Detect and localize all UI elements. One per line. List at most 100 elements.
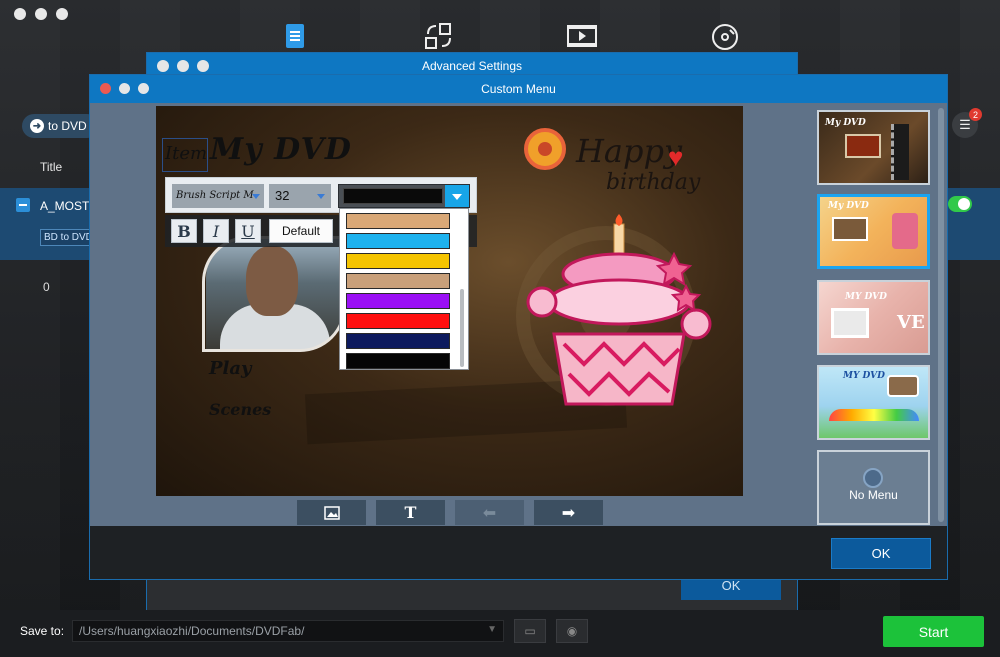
bold-button[interactable]: B: [171, 219, 197, 243]
to-dvd-button[interactable]: ➜ to DVD: [22, 114, 99, 138]
custom-menu-titlebar: Custom Menu: [90, 75, 947, 103]
flower-icon: [524, 128, 566, 170]
browse-folder-button[interactable]: ▭: [514, 619, 546, 643]
color-option[interactable]: [346, 333, 450, 349]
custom-menu-ok-button[interactable]: OK: [831, 538, 931, 569]
row-checkbox[interactable]: [16, 198, 30, 212]
template-thumbnails-panel[interactable]: My DVD My DVD MY DVD VE MY DVD No Menu: [809, 106, 946, 526]
disc-burn-icon[interactable]: [710, 22, 740, 52]
color-option[interactable]: [346, 313, 450, 329]
minimize-dialog-button[interactable]: [119, 83, 130, 94]
color-option[interactable]: [346, 213, 450, 229]
advanced-settings-window-controls: [157, 60, 209, 72]
previous-page-button[interactable]: ⬅: [455, 500, 524, 525]
to-dvd-label: to DVD: [48, 119, 87, 133]
arrow-right-icon: ➡: [561, 504, 576, 522]
arrow-left-icon: ⬅: [482, 504, 497, 522]
love-text-decoration: VE: [897, 312, 925, 333]
chevron-down-icon: [317, 194, 325, 199]
row-title-name: A_MOST: [40, 199, 90, 213]
film-strip-icon: [891, 124, 909, 180]
color-option[interactable]: [346, 273, 450, 289]
custom-menu-title: Custom Menu: [481, 82, 556, 96]
notification-badge: 2: [969, 108, 982, 121]
window-controls: [14, 8, 68, 20]
heart-icon: ♥: [668, 142, 684, 172]
main-toolbar: [0, 22, 1000, 52]
advanced-settings-title: Advanced Settings: [421, 59, 523, 73]
color-option[interactable]: [346, 253, 450, 269]
zoom-dialog-button[interactable]: [138, 83, 149, 94]
menu-title-text[interactable]: My DVD: [210, 132, 352, 167]
color-list-scrollbar[interactable]: [460, 289, 464, 367]
color-option[interactable]: [346, 293, 450, 309]
font-size-value: 32: [275, 188, 290, 203]
template-thumbnail-selected[interactable]: My DVD: [817, 194, 930, 269]
birthday-text: birthday: [606, 170, 701, 195]
cake-icon: [892, 213, 918, 249]
menu-item-play[interactable]: Play: [209, 358, 252, 379]
close-dialog-button[interactable]: [157, 60, 169, 72]
color-option[interactable]: [346, 233, 450, 249]
birthday-sticker[interactable]: Happy ♥ birthday: [516, 126, 716, 206]
start-button[interactable]: Start: [883, 616, 984, 647]
chevron-down-icon[interactable]: ▼: [487, 624, 497, 635]
convert-mode-icon[interactable]: [424, 22, 454, 52]
save-path-field[interactable]: /Users/huangxiaozhi/Documents/DVDFab/ ▼: [72, 620, 504, 642]
template-photo: [832, 217, 868, 241]
add-text-button[interactable]: T: [376, 500, 445, 525]
row-value: 0: [43, 280, 50, 294]
no-menu-label: No Menu: [849, 488, 898, 502]
minimize-dialog-button[interactable]: [177, 60, 189, 72]
add-image-button[interactable]: [297, 500, 366, 525]
birthday-cake-icon[interactable]: [524, 214, 714, 414]
copy-mode-icon[interactable]: [282, 22, 312, 52]
zoom-window-button[interactable]: [56, 8, 68, 20]
no-menu-option[interactable]: No Menu: [817, 450, 930, 525]
chevron-down-icon: [252, 194, 260, 199]
template-thumbnail[interactable]: My DVD: [817, 110, 930, 185]
template-label: My DVD: [828, 201, 869, 211]
row-toggle-switch[interactable]: [948, 196, 972, 212]
template-thumbnail[interactable]: MY DVD: [817, 365, 930, 440]
menu-item-scenes[interactable]: Scenes: [209, 400, 271, 419]
folder-icon: ▭: [524, 624, 536, 638]
text-icon: T: [404, 503, 417, 522]
list-icon: ☰: [959, 117, 971, 132]
template-photo: [845, 134, 881, 158]
template-photo: [887, 375, 919, 397]
close-window-button[interactable]: [14, 8, 26, 20]
font-family-value: Brush Script M: [176, 190, 254, 201]
current-color-swatch: [343, 188, 443, 204]
color-option[interactable]: [346, 353, 450, 369]
color-options-list[interactable]: [339, 208, 469, 370]
custom-menu-dialog: Custom Menu Item My DVD Play Scenes Happ…: [89, 74, 948, 580]
text-color-dropdown[interactable]: [338, 184, 470, 208]
arrow-right-icon: ➜: [30, 119, 44, 133]
close-dialog-button[interactable]: [100, 83, 111, 94]
font-size-dropdown[interactable]: 32: [269, 184, 331, 208]
save-path-value: /Users/huangxiaozhi/Documents/DVDFab/: [79, 624, 305, 638]
minimize-window-button[interactable]: [35, 8, 47, 20]
thumbnails-scrollbar[interactable]: [938, 108, 944, 522]
font-family-dropdown[interactable]: Brush Script M: [172, 184, 264, 208]
template-thumbnail[interactable]: MY DVD VE: [817, 280, 930, 355]
happy-text: Happy: [576, 132, 683, 170]
no-menu-disc-icon: [863, 468, 883, 488]
next-page-button[interactable]: ➡: [534, 500, 603, 525]
italic-button[interactable]: I: [203, 219, 229, 243]
rainbow-decoration: [829, 409, 919, 421]
custom-menu-window-controls: [100, 83, 149, 94]
color-dropdown-arrow[interactable]: [445, 185, 469, 207]
underline-button[interactable]: U: [235, 219, 261, 243]
video-mode-icon[interactable]: [566, 22, 597, 52]
custom-menu-footer: [90, 526, 947, 579]
default-style-button[interactable]: Default: [269, 219, 333, 243]
selected-text-item[interactable]: Item: [162, 138, 208, 172]
zoom-dialog-button[interactable]: [197, 60, 209, 72]
column-header-title: Title: [40, 160, 63, 174]
iso-output-button[interactable]: ◉: [556, 619, 588, 643]
template-label: My DVD: [825, 118, 866, 128]
template-label: MY DVD: [843, 371, 885, 381]
photo-frame-decoration: [202, 236, 346, 352]
